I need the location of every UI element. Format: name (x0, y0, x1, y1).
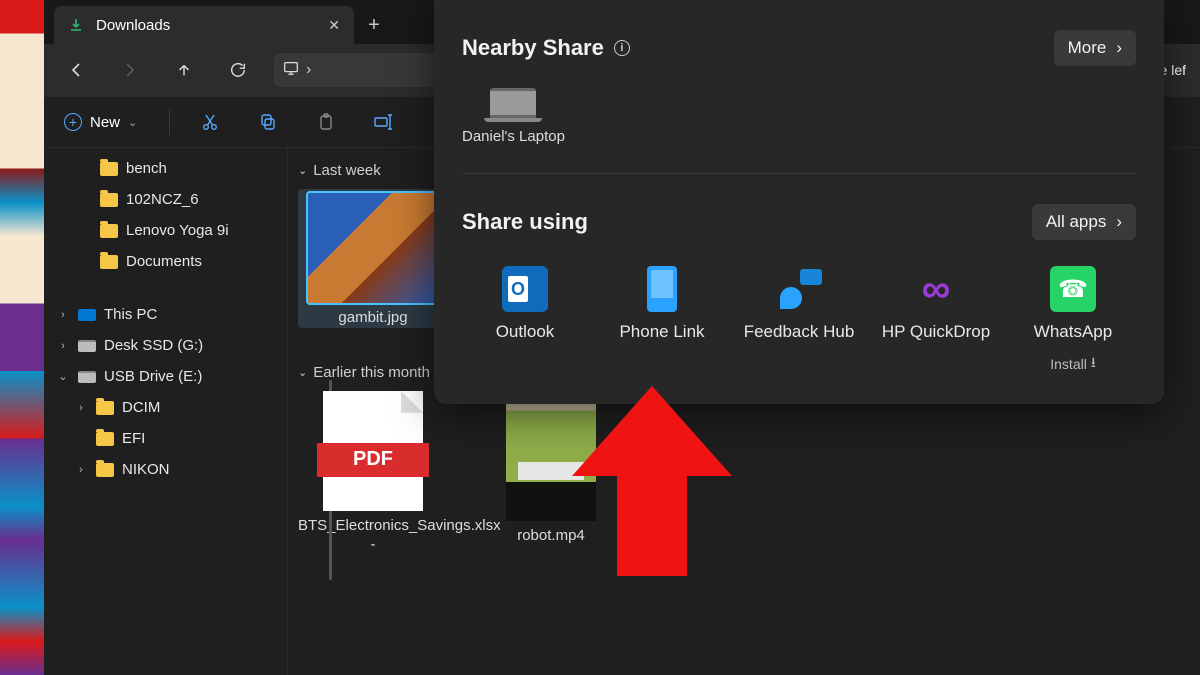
monitor-icon (282, 59, 300, 82)
chevron-down-icon: ⌄ (56, 370, 70, 383)
tab-title: Downloads (96, 17, 316, 34)
share-using-heading: Share using (462, 209, 588, 235)
more-button[interactable]: More › (1054, 30, 1136, 66)
folder-icon (100, 162, 118, 176)
separator (169, 109, 170, 135)
file-gambit[interactable]: gambit.jpg (298, 189, 448, 328)
all-apps-button[interactable]: All apps › (1032, 204, 1136, 240)
chevron-right-icon: › (306, 61, 311, 79)
rename-button[interactable] (366, 104, 402, 140)
info-icon[interactable]: i (614, 40, 630, 56)
sidebar-folder-documents[interactable]: Documents (46, 247, 285, 276)
pdf-badge: PDF (317, 443, 429, 477)
share-panel: Nearby Share i More › Daniel's Laptop Sh… (434, 0, 1164, 404)
folder-icon (96, 463, 114, 477)
folder-icon (100, 255, 118, 269)
share-app-outlook[interactable]: Outlook (462, 266, 588, 376)
forward-button[interactable] (112, 52, 148, 88)
folder-icon (100, 193, 118, 207)
back-button[interactable] (58, 52, 94, 88)
laptop-icon (490, 88, 536, 118)
pdf-thumbnail: PDF (323, 391, 423, 511)
sidebar-folder-102ncz[interactable]: 102NCZ_6 (46, 185, 285, 214)
drive-icon (78, 371, 96, 383)
folder-icon (96, 432, 114, 446)
download-icon (68, 17, 84, 33)
tab-downloads[interactable]: Downloads ✕ (54, 6, 354, 44)
up-button[interactable] (166, 52, 202, 88)
desktop-wallpaper-strip (0, 0, 44, 675)
share-app-whatsapp[interactable]: WhatsApp Install ⭳ (1010, 266, 1136, 376)
chevron-right-icon: › (56, 340, 70, 352)
sidebar-usb-drive[interactable]: ⌄ USB Drive (E:) (46, 362, 285, 391)
sidebar-folder-bench[interactable]: bench (46, 154, 285, 183)
share-app-phone-link[interactable]: Phone Link (599, 266, 725, 376)
new-tab-button[interactable]: + (354, 6, 394, 44)
chevron-right-icon: › (1116, 212, 1122, 232)
folder-icon (96, 401, 114, 415)
chevron-down-icon: ⌄ (298, 366, 307, 379)
download-icon: ⭳ (1091, 352, 1096, 376)
new-label: New (90, 114, 120, 131)
plus-circle-icon: + (64, 113, 82, 131)
sidebar-folder-lenovo[interactable]: Lenovo Yoga 9i (46, 216, 285, 245)
pc-icon (78, 309, 96, 321)
copy-button[interactable] (250, 104, 286, 140)
sidebar-efi[interactable]: EFI (46, 424, 285, 453)
nearby-device-daniels-laptop[interactable]: Daniel's Laptop (462, 88, 565, 145)
refresh-button[interactable] (220, 52, 256, 88)
sidebar-nikon[interactable]: › NIKON (46, 455, 285, 484)
chevron-right-icon: › (74, 464, 88, 476)
nearby-share-heading: Nearby Share i (462, 35, 630, 61)
outlook-icon (502, 266, 548, 312)
folder-icon (100, 224, 118, 238)
paste-button[interactable] (308, 104, 344, 140)
feedback-hub-icon (776, 269, 822, 309)
chevron-down-icon: ⌄ (128, 116, 137, 129)
cut-button[interactable] (192, 104, 228, 140)
new-button[interactable]: + New ⌄ (54, 109, 147, 135)
quickdrop-icon: ∞ (913, 266, 959, 312)
annotation-arrow (572, 386, 732, 576)
chevron-right-icon: › (1116, 38, 1122, 58)
share-app-feedback-hub[interactable]: Feedback Hub (736, 266, 862, 376)
sidebar: bench 102NCZ_6 Lenovo Yoga 9i Documents … (44, 148, 288, 675)
sidebar-this-pc[interactable]: › This PC (46, 300, 285, 329)
install-label: Install ⭳ (1050, 352, 1095, 376)
chevron-down-icon: ⌄ (298, 164, 307, 177)
sidebar-dcim[interactable]: › DCIM (46, 393, 285, 422)
image-thumbnail (308, 193, 438, 303)
sidebar-desk-ssd[interactable]: › Desk SSD (G:) (46, 331, 285, 360)
close-icon[interactable]: ✕ (328, 17, 340, 34)
drive-icon (78, 340, 96, 352)
whatsapp-icon (1050, 266, 1096, 312)
chevron-right-icon: › (74, 402, 88, 414)
chevron-right-icon: › (56, 309, 70, 321)
share-app-quickdrop[interactable]: ∞ HP QuickDrop (873, 266, 999, 376)
phone-link-icon (647, 266, 677, 312)
file-bts-pdf[interactable]: PDF BTS_Electronics_Savings.xlsx - (298, 391, 448, 555)
